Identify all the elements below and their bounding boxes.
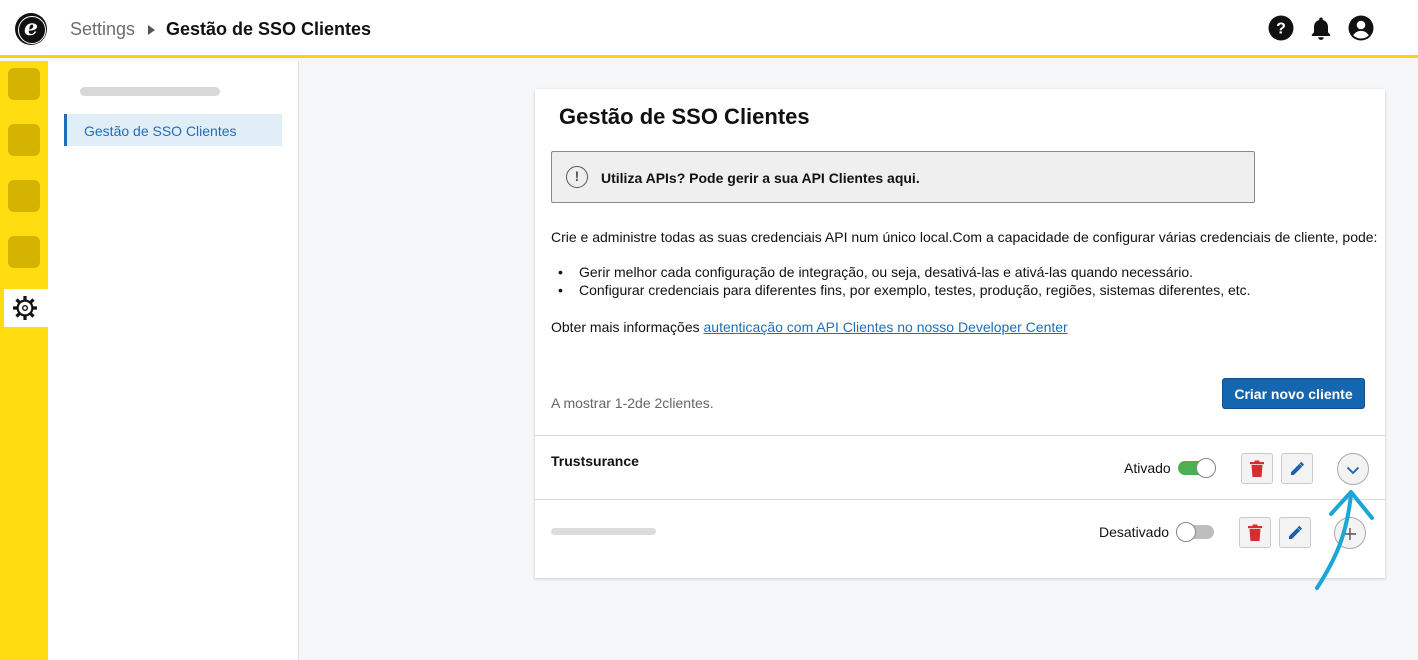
- sidebar-placeholder: [80, 87, 220, 96]
- list-item: Configurar credenciais para diferentes f…: [551, 282, 1251, 300]
- trash-icon: [1248, 524, 1262, 541]
- gear-icon: [13, 296, 37, 320]
- help-icon[interactable]: ?: [1268, 15, 1294, 41]
- pencil-icon: [1289, 526, 1302, 539]
- benefits-list: Gerir melhor cada configuração de integr…: [551, 264, 1251, 300]
- breadcrumb-separator-icon: [148, 25, 155, 35]
- api-notice: ! Utiliza APIs? Pode gerir a sua API Cli…: [551, 151, 1255, 203]
- bell-icon[interactable]: [1308, 15, 1334, 41]
- list-item: Gerir melhor cada configuração de integr…: [551, 264, 1251, 282]
- client-status: Ativado: [1124, 460, 1171, 476]
- client-name-placeholder: [551, 528, 656, 535]
- client-toggle[interactable]: [1178, 458, 1216, 478]
- client-status: Desativado: [1099, 524, 1170, 540]
- more-info-label: Obter mais informações: [551, 319, 704, 335]
- breadcrumb-settings[interactable]: Settings: [70, 19, 135, 40]
- delete-button[interactable]: [1239, 517, 1271, 548]
- create-client-button[interactable]: Criar novo cliente: [1222, 378, 1365, 409]
- rail-item-settings[interactable]: [4, 289, 48, 327]
- client-row: Trustsurance Ativado: [535, 435, 1385, 499]
- svg-text:?: ?: [1276, 21, 1286, 38]
- rail-item-4[interactable]: [8, 236, 40, 268]
- description: Crie e administre todas as suas credenci…: [551, 229, 1378, 245]
- developer-center-link[interactable]: autenticação com API Clientes no nosso D…: [704, 319, 1068, 335]
- client-toggle[interactable]: [1176, 522, 1214, 542]
- more-info: Obter mais informações autenticação com …: [551, 319, 1068, 335]
- app-logo[interactable]: e: [15, 13, 47, 45]
- app-rail: [0, 61, 48, 660]
- user-icon[interactable]: [1348, 15, 1374, 41]
- delete-button[interactable]: [1241, 453, 1273, 484]
- client-row: Desativado: [535, 499, 1385, 578]
- sso-clients-card: Gestão de SSO Clientes ! Utiliza APIs? P…: [535, 89, 1385, 578]
- top-header: e Settings Gestão de SSO Clientes ?: [0, 0, 1418, 58]
- info-alert-icon: !: [566, 166, 588, 188]
- annotation-arrow-icon: [1315, 490, 1374, 590]
- pencil-icon: [1291, 462, 1304, 475]
- rail-item-3[interactable]: [8, 180, 40, 212]
- rail-item-1[interactable]: [8, 68, 40, 100]
- notice-text: Utiliza APIs? Pode gerir a sua API Clien…: [601, 170, 920, 186]
- page-title: Gestão de SSO Clientes: [559, 104, 810, 129]
- chevron-down-icon: [1346, 466, 1360, 475]
- trash-icon: [1250, 460, 1264, 477]
- client-name: Trustsurance: [551, 453, 639, 469]
- sidebar-item-sso-clients[interactable]: Gestão de SSO Clientes: [64, 114, 282, 146]
- settings-sidebar: Gestão de SSO Clientes: [48, 61, 299, 660]
- breadcrumb-current: Gestão de SSO Clientes: [166, 19, 372, 39]
- results-count: A mostrar 1-2de 2clientes.: [551, 395, 714, 411]
- rail-item-2[interactable]: [8, 124, 40, 156]
